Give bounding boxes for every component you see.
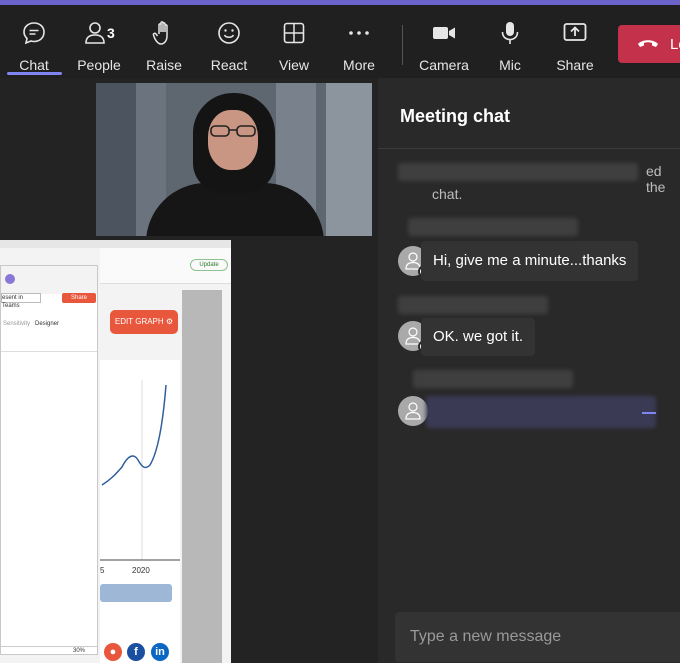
redacted-sender: [398, 296, 548, 314]
mic-button[interactable]: Mic: [480, 17, 540, 77]
mic-icon: [501, 22, 519, 44]
react-button[interactable]: React: [199, 17, 259, 77]
camera-button[interactable]: Camera: [414, 17, 474, 77]
share-label: Share: [556, 57, 594, 73]
facebook-icon[interactable]: f: [127, 643, 145, 661]
chat-message[interactable]: Hi, give me a minute...thanks: [421, 241, 639, 281]
smiley-icon: [218, 22, 240, 44]
chat-label: Chat: [19, 57, 49, 73]
redacted-sender: [408, 218, 578, 236]
glasses-shape: [210, 125, 256, 137]
chat-button[interactable]: Chat: [4, 17, 64, 77]
sensitivity-button[interactable]: Sensitivity: [3, 321, 30, 327]
scroll-strip: [182, 290, 222, 663]
chat-title: Meeting chat: [400, 106, 511, 126]
active-tab-indicator: [7, 72, 62, 75]
hangup-phone-icon: [638, 40, 658, 47]
view-label: View: [278, 57, 310, 73]
toolbar-divider: [402, 25, 403, 65]
x-tick-label: 2020: [132, 566, 150, 575]
participant-face: [208, 110, 258, 170]
raise-label: Raise: [146, 57, 182, 73]
redacted-text: [398, 163, 638, 181]
people-count-badge: 3: [107, 25, 115, 41]
linkedin-icon[interactable]: in: [151, 643, 169, 661]
chat-icon: [23, 22, 45, 45]
ribbon-divider: [1, 351, 97, 352]
background-curtain: [96, 83, 136, 236]
more-button[interactable]: More: [329, 17, 389, 77]
edit-graph-label: EDIT GRAPH: [114, 317, 164, 326]
chat-header-divider: [378, 148, 680, 149]
avatar[interactable]: [398, 396, 428, 426]
status-bar-line: [1, 646, 97, 647]
zoom-level: 30%: [73, 648, 86, 654]
leave-button[interactable]: Le: [618, 25, 680, 63]
grid-icon: [283, 22, 305, 44]
meeting-toolbar: Chat 3 People Raise React View More Came…: [0, 5, 680, 77]
shared-screen[interactable]: Update esent in Teams Share Sensitivity …: [0, 240, 231, 663]
mic-label: Mic: [499, 57, 521, 73]
share-screen-icon: [563, 23, 587, 41]
redacted-chat-message: [426, 396, 656, 428]
system-message-tail: ed the: [646, 163, 666, 195]
x-tick-label: 5: [100, 566, 105, 575]
present-in-teams-button[interactable]: esent in Teams: [1, 293, 41, 309]
range-slider[interactable]: [100, 584, 172, 602]
user-avatar: [5, 274, 15, 284]
reddit-icon[interactable]: ●: [104, 643, 122, 661]
more-dots-icon: [349, 31, 369, 35]
people-button[interactable]: 3 People: [69, 17, 129, 77]
people-label: People: [77, 57, 121, 73]
camera-label: Camera: [419, 57, 469, 73]
background-curtain: [326, 83, 372, 236]
edit-graph-button[interactable]: EDIT GRAPH ⚙: [110, 310, 178, 334]
redacted-sender: [413, 370, 573, 388]
person-icon: [405, 402, 421, 420]
share-button[interactable]: Share: [545, 17, 605, 77]
meeting-chat-panel: Meeting chat ed the chat. Hi, give me a …: [378, 78, 680, 663]
more-label: More: [343, 57, 375, 73]
view-button[interactable]: View: [264, 17, 324, 77]
link-underline: [642, 412, 656, 414]
chat-message[interactable]: OK. we got it.: [421, 318, 536, 356]
leave-label: Le: [670, 36, 680, 53]
browser-tabbar: [0, 240, 231, 248]
participant-video[interactable]: [96, 83, 372, 236]
raise-hand-icon: [152, 21, 168, 45]
system-message-line2: chat.: [432, 186, 463, 202]
message-input[interactable]: Type a new message: [395, 612, 680, 662]
browser-update-button[interactable]: Update: [190, 259, 228, 271]
react-label: React: [210, 57, 248, 73]
raise-hand-button[interactable]: Raise: [134, 17, 194, 77]
camera-icon: [433, 27, 455, 39]
ribbon-header: [1, 266, 97, 294]
graph-line: [100, 380, 180, 561]
office-ribbon-window: esent in Teams Share Sensitivity Designe…: [0, 265, 98, 655]
office-share-button[interactable]: Share: [62, 293, 96, 303]
designer-button[interactable]: Designer: [35, 321, 59, 327]
